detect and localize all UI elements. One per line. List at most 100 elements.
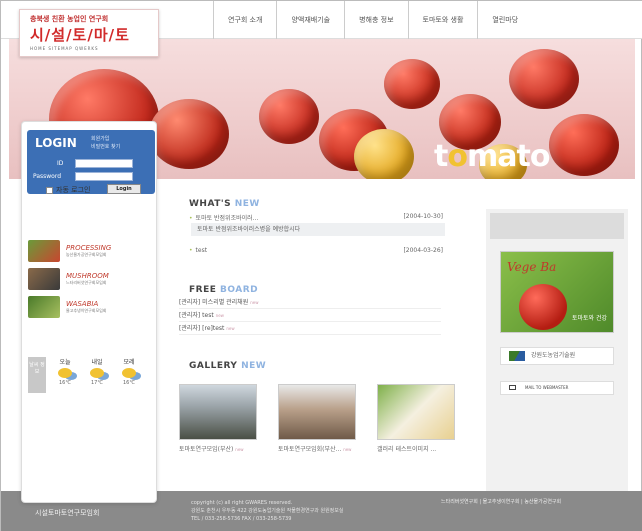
logo-mini-links[interactable]: HOME SITEMAP QWERKS — [30, 46, 99, 51]
new-badge: new — [235, 447, 244, 452]
gangwon-label: 강원도농업기술원 — [531, 352, 576, 359]
logo-tagline: 충북생 친환 농업인 연구회 — [30, 15, 109, 23]
gallery-caption: 토마토연구모임(부산) — [179, 446, 234, 453]
find-password-link[interactable]: 비밀번호 찾기 — [91, 143, 120, 151]
sun-cloud-icon — [58, 368, 72, 378]
id-label: ID — [57, 160, 64, 167]
bullet-icon: • — [189, 215, 193, 222]
hero-word-suffix: mato — [466, 139, 550, 174]
board-title: [관리자] [re]test — [179, 325, 225, 332]
footer-copyright: copyright (c) all right GWARES reserved. — [191, 500, 293, 506]
tomato-image — [354, 129, 414, 179]
hero-wordmark: tomato — [434, 139, 550, 174]
auto-login-row: 자동 로그인 — [46, 185, 90, 195]
auto-login-checkbox[interactable] — [46, 186, 53, 194]
tomato-health-promo[interactable]: Vege Ba 토마토와 건강 — [500, 251, 614, 333]
research-name: WASABIA — [66, 300, 99, 308]
nav-about[interactable]: 연구회 소개 — [213, 1, 276, 39]
new-badge: new — [343, 447, 352, 452]
main-nav: 연구회 소개 양액재배기술 병해충 정보 토마토와 생활 열린마당 — [213, 1, 532, 39]
mail-label: MAIL TO WEBMASTER — [525, 385, 569, 390]
password-input[interactable] — [75, 172, 133, 181]
id-input[interactable] — [75, 159, 133, 168]
bullet-icon: • — [189, 247, 193, 254]
weather-day-label: 내일 — [91, 359, 103, 366]
envelope-icon — [509, 385, 516, 390]
news-date: [2004-10-30] — [403, 213, 443, 220]
board-item[interactable]: [관리자] test new — [179, 309, 441, 322]
news-item[interactable]: • 토마토 반점위조바이러... [2004-10-30] — [189, 213, 443, 222]
tomato-image — [259, 89, 319, 144]
gallery-title: GALLERY NEW — [189, 361, 266, 371]
footer-links[interactable]: 느타리버섯연구회 | 물고추냉이연구회 | 농산물가공연구회 — [441, 498, 561, 505]
board-item[interactable]: [관리자] [re]test new — [179, 322, 441, 335]
gallery-photo[interactable] — [179, 384, 257, 440]
gallery-caption: 갤러리 테스트이미지 ... — [377, 446, 437, 453]
research-name: PROCESSING — [66, 244, 112, 252]
news-title: test — [195, 247, 208, 254]
weather-temp: 16℃ — [59, 380, 71, 386]
research-name: MUSHROOM — [66, 272, 109, 280]
left-sidebar: LOGIN 회원가입 비밀번호 찾기 ID Password 자동 로그인 Lo… — [21, 121, 157, 503]
free-board-accent: BOARD — [220, 285, 259, 295]
weather-today: 오늘 16℃ — [52, 357, 78, 386]
hero-word-prefix: t — [434, 139, 448, 174]
nav-pests[interactable]: 병해충 정보 — [344, 1, 407, 39]
sun-cloud-icon — [122, 368, 136, 378]
news-item[interactable]: • test [2004-03-26] — [189, 247, 443, 254]
whats-new-title: WHAT'S NEW — [189, 199, 260, 209]
research-link-mushroom[interactable]: MUSHROOM 느타리버섯연구회모임회 — [28, 268, 109, 290]
gallery-title-text: GALLERY — [189, 361, 238, 371]
gallery-item[interactable]: 토마토연구모임(부산) new — [179, 384, 257, 454]
gangwon-agri-link[interactable]: 강원도농업기술원 — [500, 347, 614, 365]
footer-address: 강원도 춘천시 우두동 422 강원도농업기술원 작물환경연구과 원원정보실 — [191, 508, 344, 514]
weather-day-label: 오늘 — [59, 359, 71, 366]
whats-new-accent: NEW — [234, 199, 260, 209]
weather-label: 날씨 정보 — [28, 357, 46, 393]
nav-open-forum[interactable]: 열린마당 — [477, 1, 532, 39]
new-badge: new — [250, 300, 259, 305]
news-preview[interactable]: 토마토 반점위조바이러스병을 예방합시다 — [191, 223, 445, 236]
hero-word-o: o — [447, 139, 468, 174]
gallery-caption: 토마토연구모임회(부산... — [278, 446, 342, 453]
news-date: [2004-03-26] — [403, 247, 443, 254]
weather-tomorrow: 내일 17℃ — [84, 357, 110, 386]
new-badge: new — [215, 313, 224, 318]
right-sidebar: Vege Ba 토마토와 건강 강원도농업기술원 MAIL TO WEBMAST… — [486, 209, 628, 491]
promo-script: Vege Ba — [507, 260, 557, 274]
whats-new-title-text: WHAT'S — [189, 199, 232, 209]
board-title: [관리자] 미스리별 관리채원 — [179, 299, 249, 306]
tomato-image — [149, 99, 229, 169]
footer-phone: TEL / 033-258-5736 FAX / 033-258-5739 — [191, 516, 292, 522]
gallery-accent: NEW — [241, 361, 267, 371]
password-label: Password — [33, 173, 62, 180]
mushroom-thumbnail — [28, 268, 60, 290]
tomato-image — [509, 49, 579, 109]
gallery-photo[interactable] — [377, 384, 455, 440]
nav-tomato-life[interactable]: 토마토와 생활 — [407, 1, 478, 39]
login-title: LOGIN — [35, 136, 77, 150]
board-title: [관리자] test — [179, 312, 214, 319]
wasabia-thumbnail — [28, 296, 60, 318]
login-links: 회원가입 비밀번호 찾기 — [91, 135, 120, 151]
gallery-photo[interactable] — [278, 384, 356, 440]
weather-temp: 17℃ — [91, 380, 103, 386]
site-logo[interactable]: 충북생 친환 농업인 연구회 시/설/토/마/토 HOME SITEMAP QW… — [19, 9, 159, 57]
logo-brand: 시/설/토/마/토 — [30, 26, 130, 44]
research-sub: 농산물가공연구회모임회 — [66, 252, 107, 257]
join-link[interactable]: 회원가입 — [91, 135, 120, 143]
board-item[interactable]: [관리자] 미스리별 관리채원 new — [179, 296, 441, 309]
mail-webmaster-link[interactable]: MAIL TO WEBMASTER — [500, 381, 614, 395]
footer-org: 시설토마토연구모임회 — [35, 509, 100, 517]
research-link-processing[interactable]: PROCESSING 농산물가공연구회모임회 — [28, 240, 111, 262]
processing-thumbnail — [28, 240, 60, 262]
free-board-title: FREE BOARD — [189, 285, 258, 295]
new-badge: new — [226, 326, 235, 331]
footer-copy: copyright (c) all right GWARES reserved.… — [191, 499, 343, 523]
weather-day-after: 모레 16℃ — [116, 357, 142, 386]
nav-hydroponics[interactable]: 양액재배기술 — [276, 1, 344, 39]
gallery-item[interactable]: 토마토연구모임회(부산... new — [278, 384, 356, 454]
research-link-wasabia[interactable]: WASABIA 물고추냉이연구회모임회 — [28, 296, 106, 318]
gallery-item[interactable]: 갤러리 테스트이미지 ... — [377, 384, 455, 454]
login-button[interactable]: Login — [107, 184, 141, 194]
